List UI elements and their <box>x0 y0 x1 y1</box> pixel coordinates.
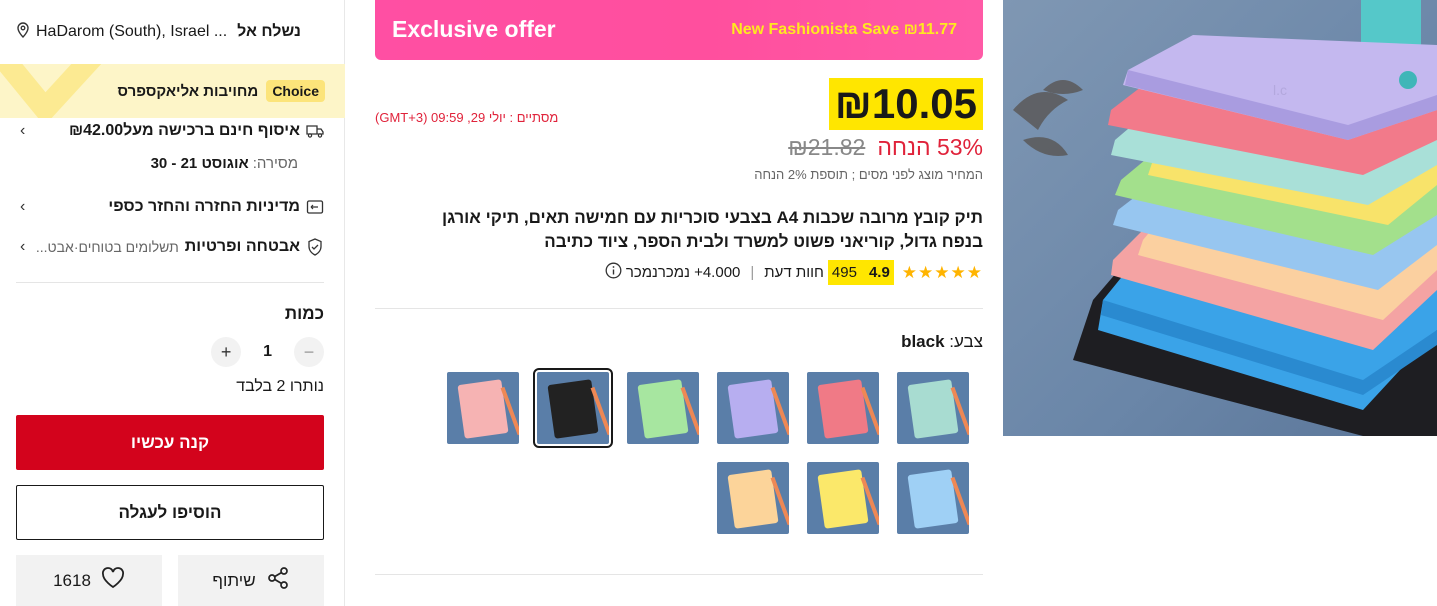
original-price: ₪21.82 <box>788 134 866 160</box>
choice-tag: Choice <box>266 80 325 102</box>
purchase-panel: נשלח אל HaDarom (South), Israel ... Choi… <box>0 0 345 606</box>
color-swatch[interactable] <box>807 462 879 534</box>
choice-banner[interactable]: Choice מחויבות אליאקספרס <box>0 64 345 118</box>
choice-chevron-icon <box>0 64 102 118</box>
product-title: תיק קובץ מרובה שכבות A4 בצבעי סוכריות עם… <box>441 208 983 251</box>
reviews-label[interactable]: חוות דעת <box>764 264 824 281</box>
choice-text: מחויבות אליאקספרס <box>117 82 259 100</box>
color-swatch[interactable] <box>717 462 789 534</box>
share-button[interactable]: שיתוף <box>178 555 324 606</box>
deal-timer: מסתיים : יולי 29, 09:59 (GMT+3) <box>375 110 559 125</box>
offer-title: Exclusive offer <box>392 16 556 42</box>
info-icon[interactable] <box>605 262 622 283</box>
color-swatch[interactable] <box>533 368 613 448</box>
folder-stack-image: l.c <box>1013 0 1437 436</box>
quantity-plus-button[interactable]: + <box>211 337 242 367</box>
chevron-left-icon: › <box>20 198 26 215</box>
location-pin-icon <box>16 21 30 43</box>
buy-now-button[interactable]: קנה עכשיו <box>16 415 324 470</box>
returns-row[interactable]: מדיניות החזרה והחזר כספי › <box>16 198 324 216</box>
wishlist-count: 1618 <box>53 570 91 590</box>
color-swatch[interactable] <box>447 372 519 444</box>
product-main-image[interactable]: l.c <box>1003 0 1437 436</box>
delivery-date-row: מסירה: אוגוסט 21 - 30 <box>16 155 298 172</box>
exclusive-offer-banner[interactable]: Exclusive offer New Fashionista Save ₪11… <box>375 0 983 60</box>
svg-text:l.c: l.c <box>1273 82 1287 98</box>
sold-count: 4.000+ נמכרנמכר <box>625 264 741 281</box>
divider <box>375 574 983 575</box>
return-box-icon <box>306 198 324 216</box>
color-label-prefix: צבע: <box>949 332 983 351</box>
add-to-cart-button[interactable]: הוסיפו לעגלה <box>16 485 324 540</box>
color-swatch[interactable] <box>897 372 969 444</box>
ship-location[interactable]: HaDarom (South), Israel ... <box>16 21 228 43</box>
ship-location-text: HaDarom (South), Israel ... <box>36 23 228 40</box>
delivery-title: איסוף חינם ברכישה מעל₪42.00 <box>68 122 300 139</box>
ship-to-row[interactable]: נשלח אל HaDarom (South), Israel ... <box>16 20 324 44</box>
separator: | <box>750 264 755 281</box>
chevron-left-icon: › <box>20 238 26 255</box>
quantity-stepper: − 1 + <box>211 337 324 367</box>
rating-highlight: 4.9 495 <box>827 260 894 285</box>
discount-percent: 53% הנחה <box>877 134 983 160</box>
color-label: צבע: black <box>901 332 983 352</box>
delivery-date-label: מסירה: <box>252 155 298 172</box>
rating-value: 4.9 <box>868 264 890 281</box>
quantity-title: כמות <box>284 304 324 323</box>
chevron-left-icon: › <box>20 122 26 139</box>
wishlist-button[interactable]: 1618 <box>16 555 162 606</box>
color-swatch[interactable] <box>627 372 699 444</box>
offer-promo: New Fashionista Save ₪11.77 <box>731 21 957 38</box>
color-swatch[interactable] <box>807 372 879 444</box>
security-detail: תשלומים בטוחים·אבט... <box>35 239 179 255</box>
heart-icon <box>101 567 125 594</box>
divider <box>16 282 324 283</box>
divider <box>375 308 983 309</box>
current-price: ₪10.05 <box>828 78 983 130</box>
rating-stars-icon: ★★★★★ <box>901 262 983 282</box>
rating-row: ★★★★★ 4.9 495 חוות דעת | 4.000+ נמכרנמכר <box>605 260 983 285</box>
share-icon <box>266 566 290 595</box>
ship-to-label: נשלח אל <box>237 23 301 40</box>
tax-note: המחיר מוצג לפני מסים ; תוספת 2% הנחה <box>754 167 983 182</box>
returns-title: מדיניות החזרה והחזר כספי <box>108 198 300 215</box>
color-swatch[interactable] <box>717 372 789 444</box>
reviews-count[interactable]: 495 <box>832 264 857 281</box>
security-title: אבטחה ופרטיות <box>184 238 300 255</box>
selected-color: black <box>901 332 945 351</box>
quantity-value[interactable]: 1 <box>263 343 272 361</box>
color-swatch[interactable] <box>897 462 969 534</box>
delivery-date-value: אוגוסט 21 - 30 <box>150 155 249 172</box>
price-comparison: 53% הנחה ₪21.82 <box>788 134 983 161</box>
shield-icon <box>306 238 324 256</box>
share-label: שיתוף <box>212 570 256 590</box>
quantity-minus-button[interactable]: − <box>294 337 324 367</box>
security-row[interactable]: אבטחה ופרטיות תשלומים בטוחים·אבט... › <box>16 238 324 256</box>
delivery-row[interactable]: איסוף חינם ברכישה מעל₪42.00 › <box>16 122 324 140</box>
truck-icon <box>306 122 324 140</box>
stock-remaining: נותרו 2 בלבד <box>236 378 324 395</box>
